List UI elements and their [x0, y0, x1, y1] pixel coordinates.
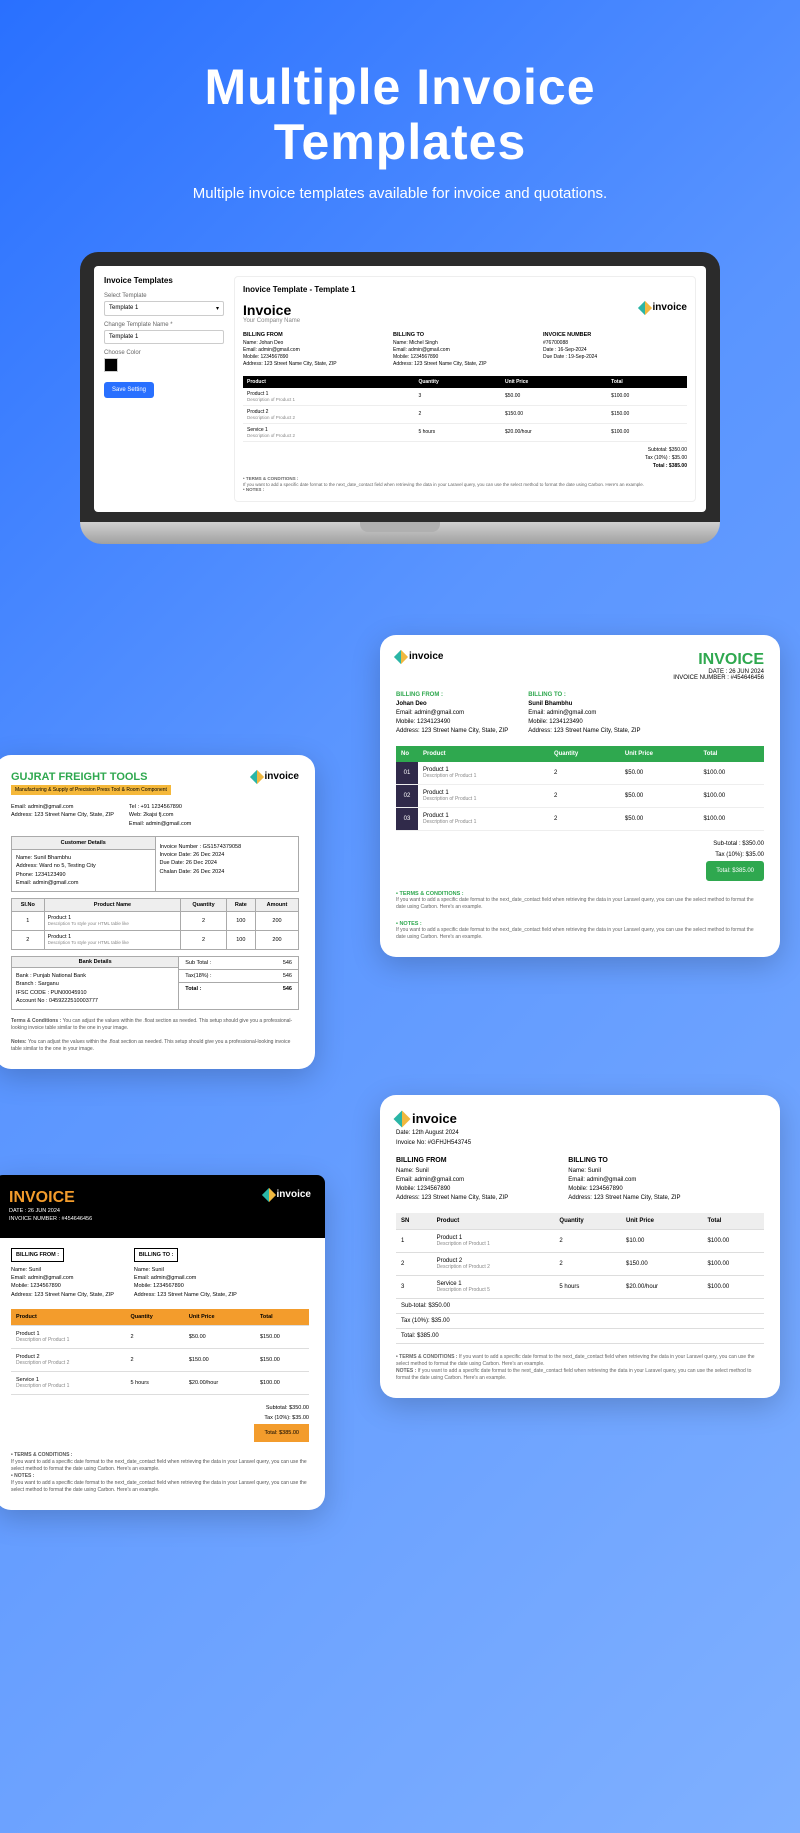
table-row: 3Service 1Description of Product 55 hour… [396, 1275, 764, 1298]
table-row: 1Product 1Description of Product 12$10.0… [396, 1229, 764, 1252]
invoice-details-box: Invoice Number : GS1574379058Invoice Dat… [156, 836, 300, 892]
invoice-date: Date: 12th August 2024 [396, 1130, 764, 1136]
billing-to: BILLING TO Name: SunilEmail: admin@gmail… [568, 1156, 680, 1203]
invoice-template-orange: INVOICE DATE : 26 JUN 2024 INVOICE NUMBE… [0, 1175, 325, 1510]
billing-from: BILLING FROM Name: Johan Deo Email: admi… [243, 332, 387, 368]
color-swatch[interactable] [104, 358, 118, 372]
invoice-heading: INVOICE [673, 651, 764, 669]
invoice-template-simple: invoice Date: 12th August 2024 Invoice N… [380, 1095, 780, 1398]
invoice-number: INVOICE NUMBER : #454646456 [673, 675, 764, 681]
select-template-label: Select Template [104, 293, 224, 299]
billing-to: BILLING TO Name: Michel Singh Email: adm… [393, 332, 537, 368]
table-row: Product 1Description of Product 12$50.00… [11, 1325, 309, 1348]
totals: Sub-total : $350.00 Tax (10%): $35.00 To… [396, 839, 764, 881]
invoice-number: INVOICE NUMBER : #454646456 [9, 1215, 92, 1223]
terms-notes: • TERMS & CONDITIONS :If you want to add… [11, 1452, 309, 1494]
table-row: Service 1Description of Product 25 hours… [243, 423, 687, 441]
invoice-template-gujrat: GUJRAT FREIGHT TOOLS Manufacturing & Sup… [0, 755, 315, 1069]
billing-to: BILLING TO : Sunil Bhambhu Email: admin@… [528, 691, 640, 736]
brand-logo: invoice [640, 302, 687, 313]
table-row: 2Product 1Description To style your HTML… [12, 931, 299, 950]
contact-left: Email: admin@gmail.comAddress: 123 Stree… [11, 803, 114, 828]
brand-logo: invoice [396, 651, 443, 662]
diamond-icon [394, 1110, 411, 1127]
template-preview: Inovice Template - Template 1 Invoice Yo… [234, 276, 696, 502]
save-setting-button[interactable]: Save Setting [104, 382, 154, 398]
table-row: 1Product 1Description To style your HTML… [12, 912, 299, 931]
table-row: 2Product 2Description of Product 22$150.… [396, 1252, 764, 1275]
invoice-number: Invoice No: #GFHJH543745 [396, 1140, 764, 1146]
diamond-icon [394, 649, 408, 663]
customer-details-box: Customer Details Name: Sunil BhambhuAddr… [11, 836, 156, 892]
change-name-label: Change Template Name * [104, 322, 224, 328]
invoice-date: DATE : 26 JUN 2024 [9, 1207, 92, 1215]
chevron-down-icon: ▾ [216, 305, 219, 312]
company-name-sub: Your Company Name [243, 318, 300, 324]
terms-notes: Terms & Conditions : You can adjust the … [11, 1018, 299, 1053]
totals: Subtotal: $350.00 Tax (10%): $35.00 Tota… [11, 1403, 309, 1442]
billing-from: BILLING FROM : Name: SunilEmail: admin@g… [11, 1248, 114, 1299]
table-row: 03Product 1Description of Product 12$50.… [396, 808, 764, 831]
diamond-icon [261, 1187, 275, 1201]
brand-logo: invoice [396, 1111, 764, 1126]
billing-from: BILLING FROM Name: SunilEmail: admin@gma… [396, 1156, 508, 1203]
table-row: Service 1Description of Product 15 hours… [11, 1371, 309, 1394]
select-template-dropdown[interactable]: Template 1▾ [104, 301, 224, 316]
laptop-base [80, 522, 720, 544]
terms-notes: • TERMS & CONDITIONS : If you want to ad… [396, 1354, 764, 1382]
company-tagline: Manufacturing & Supply of Precision Pres… [11, 785, 171, 795]
brand-logo: invoice [252, 771, 299, 782]
invoice-heading: Invoice [243, 302, 300, 318]
template-name-input[interactable]: Template 1 [104, 330, 224, 344]
items-table: SNProductQuantityUnit PriceTotal 1Produc… [396, 1213, 764, 1299]
invoice-template-green: invoice INVOICE DATE : 26 JUN 2024 INVOI… [380, 635, 780, 957]
company-name: GUJRAT FREIGHT TOOLS [11, 771, 171, 783]
billing-to: BILLING TO : Name: SunilEmail: admin@gma… [134, 1248, 237, 1299]
preview-title: Inovice Template - Template 1 [243, 285, 687, 294]
bank-details-box: Bank Details Bank : Punjab National Bank… [11, 956, 179, 1010]
diamond-icon [249, 769, 263, 783]
page-header: Multiple InvoiceTemplates Multiple invoi… [0, 0, 800, 232]
page-subtitle: Multiple invoice templates available for… [20, 185, 780, 202]
invoice-totals: Subtotal: $350.00 Tax (10%) : $35.00 Tot… [243, 446, 687, 470]
table-row: 02Product 1Description of Product 12$50.… [396, 785, 764, 808]
terms-text: If you want to add a specific date forma… [396, 897, 764, 911]
table-row: Product 2Description of Product 22$150.0… [11, 1348, 309, 1371]
diamond-icon [637, 300, 651, 314]
contact-right: Tel : +91 1234567890Web: 2kajsi fj.comEm… [129, 803, 191, 828]
laptop-mockup: Invoice Templates Select Template Templa… [0, 252, 800, 544]
table-row: Product 2Description of Product 22$150.0… [243, 405, 687, 423]
table-row: Product 1Description of Product 13$50.00… [243, 388, 687, 406]
invoice-heading: INVOICE [9, 1189, 92, 1207]
items-table: ProductQuantityUnit PriceTotal Product 1… [11, 1309, 309, 1395]
notes-text: If you want to add a specific date forma… [396, 927, 764, 941]
choose-color-label: Choose Color [104, 350, 224, 356]
totals-box: Sub Total :546 Tax(18%) :546 Total :546 [179, 956, 299, 1010]
table-row: 01Product 1Description of Product 12$50.… [396, 762, 764, 785]
brand-logo: invoice [264, 1189, 311, 1200]
page-title: Multiple InvoiceTemplates [20, 60, 780, 170]
billing-from: BILLING FROM : Johan Deo Email: admin@gm… [396, 691, 508, 736]
totals: Sub-total: $350.00 Tax (10%): $35.00 Tot… [396, 1299, 764, 1344]
template-settings-sidebar: Invoice Templates Select Template Templa… [104, 276, 224, 502]
sidebar-title: Invoice Templates [104, 276, 224, 285]
invoice-meta: INVOICE NUMBER #76700088 Date : 16-Sep-2… [543, 332, 687, 368]
invoice-items-table: Product Quantity Unit Price Total Produc… [243, 376, 687, 442]
terms-section: • TERMS & CONDITIONS : If you want to ad… [243, 476, 687, 494]
items-table: NoProductQuantityUnit PriceTotal 01Produ… [396, 746, 764, 831]
items-table: SI.NoProduct NameQuantityRateAmount 1Pro… [11, 898, 299, 950]
